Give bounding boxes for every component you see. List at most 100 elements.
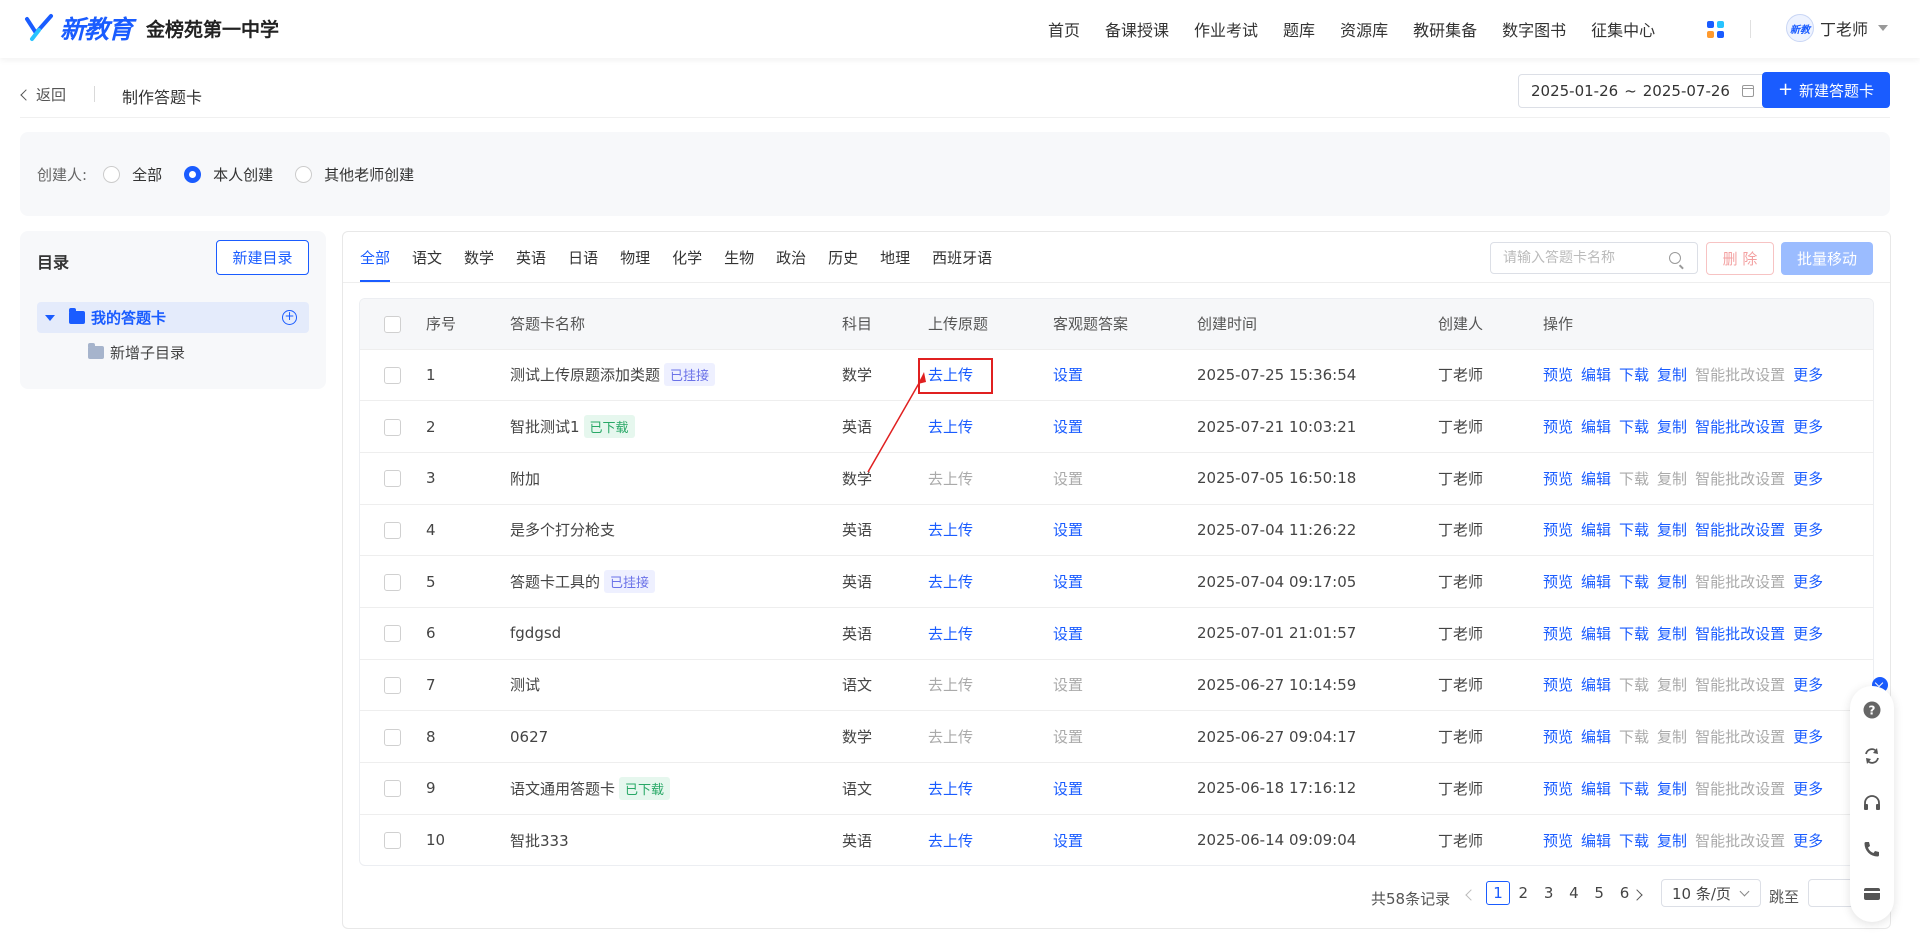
copy-link[interactable]: 复制 — [1657, 366, 1687, 384]
preview-link[interactable]: 预览 — [1543, 418, 1573, 436]
radio-option[interactable]: 全部 — [103, 164, 162, 185]
preview-link[interactable]: 预览 — [1543, 625, 1573, 643]
headset-icon[interactable] — [1862, 793, 1882, 813]
copy-link[interactable]: 复制 — [1657, 521, 1687, 539]
answer-setting-link[interactable]: 设置 — [1053, 625, 1083, 643]
table-row[interactable]: 7 测试 语文 去上传 设置 2025-06-27 10:14:59 丁老师 预览 编辑 下载 复制… — [360, 659, 1873, 711]
page-number[interactable]: 3 — [1537, 881, 1561, 905]
more-link[interactable]: 更多 — [1793, 573, 1823, 591]
edit-link[interactable]: 编辑 — [1581, 470, 1611, 488]
row-checkbox[interactable] — [384, 470, 401, 488]
copy-link[interactable]: 复制 — [1657, 780, 1687, 798]
more-link[interactable]: 更多 — [1793, 366, 1823, 384]
nav-item[interactable]: 备课授课 — [1105, 17, 1169, 41]
preview-link[interactable]: 预览 — [1543, 780, 1573, 798]
tree-item-new-subdir[interactable]: 新增子目录 — [88, 342, 185, 363]
batch-move-button[interactable]: 批量移动 — [1781, 242, 1873, 275]
tab-subject[interactable]: 地理 — [880, 232, 910, 282]
table-row[interactable]: 10 智批333 英语 去上传 设置 2025-06-14 09:09:04 丁老师 预览 编辑… — [360, 814, 1873, 865]
edit-link[interactable]: 编辑 — [1581, 573, 1611, 591]
preview-link[interactable]: 预览 — [1543, 676, 1573, 694]
edit-link[interactable]: 编辑 — [1581, 521, 1611, 539]
radio-button[interactable] — [184, 165, 202, 183]
preview-link[interactable]: 预览 — [1543, 470, 1573, 488]
caret-down-icon[interactable] — [45, 314, 55, 321]
nav-item[interactable]: 教研集备 — [1413, 17, 1477, 41]
download-link[interactable]: 下载 — [1619, 832, 1649, 850]
refresh-icon[interactable] — [1862, 746, 1882, 766]
copy-link[interactable]: 复制 — [1657, 418, 1687, 436]
tab-subject[interactable]: 日语 — [568, 232, 598, 282]
back-button[interactable]: 返回 — [20, 84, 66, 105]
page-number[interactable]: 4 — [1562, 881, 1586, 905]
tab-subject[interactable]: 物理 — [620, 232, 650, 282]
nav-item[interactable]: 首页 — [1048, 17, 1080, 41]
upload-link[interactable]: 去上传 — [928, 780, 973, 798]
upload-link[interactable]: 去上传 — [928, 573, 973, 591]
tab-subject[interactable]: 数学 — [464, 232, 494, 282]
more-link[interactable]: 更多 — [1793, 625, 1823, 643]
row-checkbox[interactable] — [384, 418, 401, 436]
nav-item[interactable]: 作业考试 — [1194, 17, 1258, 41]
select-all-checkbox[interactable] — [384, 315, 401, 333]
upload-link[interactable]: 去上传 — [928, 366, 973, 384]
more-link[interactable]: 更多 — [1793, 521, 1823, 539]
edit-link[interactable]: 编辑 — [1581, 418, 1611, 436]
row-checkbox[interactable] — [384, 728, 401, 746]
table-row[interactable]: 6 fgdgsd 英语 去上传 设置 2025-07-01 21:01:57 丁老师 预览 编辑… — [360, 607, 1873, 659]
nav-item[interactable]: 题库 — [1283, 17, 1315, 41]
preview-link[interactable]: 预览 — [1543, 728, 1573, 746]
answer-setting-link[interactable]: 设置 — [1053, 832, 1083, 850]
table-row[interactable]: 4 是多个打分枪支 英语 去上传 设置 2025-07-04 11:26:22 丁老师 预览编… — [360, 504, 1873, 556]
nav-item[interactable]: 资源库 — [1340, 17, 1388, 41]
page-number[interactable]: 2 — [1511, 881, 1535, 905]
tree-item-my-cards[interactable]: 我的答题卡 + — [37, 302, 309, 333]
edit-link[interactable]: 编辑 — [1581, 780, 1611, 798]
date-range-picker[interactable]: 2025-01-26 ~ 2025-07-26 — [1518, 74, 1774, 108]
download-link[interactable]: 下载 — [1619, 521, 1649, 539]
row-checkbox[interactable] — [384, 832, 401, 850]
radio-option[interactable]: 其他老师创建 — [295, 164, 414, 185]
page-number[interactable]: 5 — [1587, 881, 1611, 905]
more-link[interactable]: 更多 — [1793, 470, 1823, 488]
preview-link[interactable]: 预览 — [1543, 573, 1573, 591]
phone-icon[interactable] — [1862, 839, 1882, 859]
answer-setting-link[interactable]: 设置 — [1053, 418, 1083, 436]
edit-link[interactable]: 编辑 — [1581, 625, 1611, 643]
table-row[interactable]: 5 答题卡工具的 已挂接 英语 去上传 设置 2025-07-04 09:17:05 丁老师预… — [360, 555, 1873, 608]
preview-link[interactable]: 预览 — [1543, 366, 1573, 384]
answer-setting-link[interactable]: 设置 — [1053, 573, 1083, 591]
copy-link[interactable]: 复制 — [1657, 832, 1687, 850]
radio-button[interactable] — [103, 165, 121, 183]
row-checkbox[interactable] — [384, 573, 401, 591]
row-checkbox[interactable] — [384, 780, 401, 798]
row-checkbox[interactable] — [384, 366, 401, 384]
radio-option[interactable]: 本人创建 — [184, 164, 273, 185]
download-link[interactable]: 下载 — [1619, 780, 1649, 798]
smart-grading-settings-link[interactable]: 智能批改设置 — [1695, 418, 1785, 436]
table-row[interactable]: 2 智批测试1 已下载 英语 去上传 设置 2025-07-21 10:03:21 丁老师 预览… — [360, 400, 1873, 453]
more-link[interactable]: 更多 — [1793, 728, 1823, 746]
edit-link[interactable]: 编辑 — [1581, 366, 1611, 384]
more-link[interactable]: 更多 — [1793, 780, 1823, 798]
nav-item[interactable]: 数字图书 — [1502, 17, 1566, 41]
smart-grading-settings-link[interactable]: 智能批改设置 — [1695, 625, 1785, 643]
upload-link[interactable]: 去上传 — [928, 521, 973, 539]
row-checkbox[interactable] — [384, 521, 401, 539]
tab-subject[interactable]: 政治 — [776, 232, 806, 282]
page-number[interactable]: 1 — [1486, 881, 1510, 905]
download-link[interactable]: 下载 — [1619, 366, 1649, 384]
tab-subject[interactable]: 英语 — [516, 232, 546, 282]
row-checkbox[interactable] — [384, 676, 401, 694]
more-link[interactable]: 更多 — [1793, 676, 1823, 694]
user-menu[interactable]: 新教 丁老师 — [1786, 14, 1889, 42]
tab-subject[interactable]: 历史 — [828, 232, 858, 282]
upload-link[interactable]: 去上传 — [928, 832, 973, 850]
preview-link[interactable]: 预览 — [1543, 521, 1573, 539]
download-link[interactable]: 下载 — [1619, 625, 1649, 643]
card-icon[interactable] — [1862, 884, 1882, 904]
more-link[interactable]: 更多 — [1793, 418, 1823, 436]
answer-setting-link[interactable]: 设置 — [1053, 366, 1083, 384]
edit-link[interactable]: 编辑 — [1581, 832, 1611, 850]
new-answer-card-button[interactable]: + 新建答题卡 — [1762, 72, 1890, 108]
